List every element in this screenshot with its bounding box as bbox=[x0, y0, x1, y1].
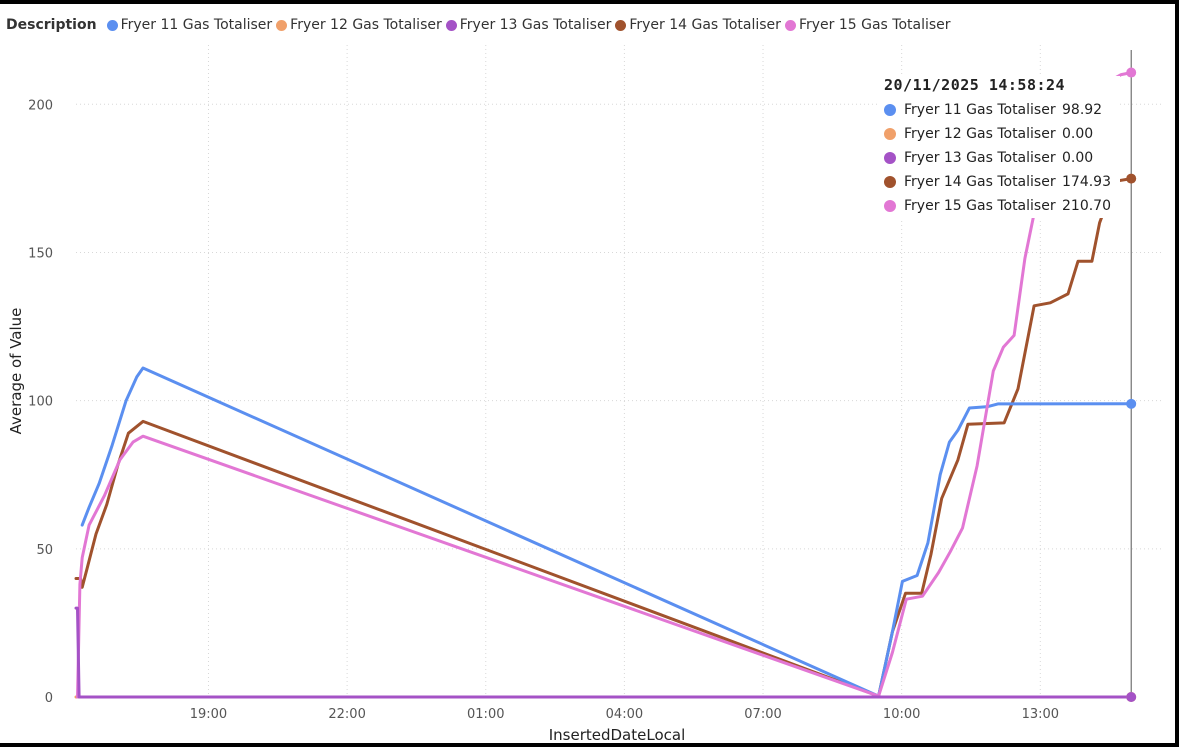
hover-cursor bbox=[1126, 50, 1137, 702]
tooltip-series-label: Fryer 12 Gas Totaliser bbox=[904, 126, 1056, 142]
x-tick-label: 01:00 bbox=[467, 707, 504, 722]
y-tick-label: 50 bbox=[36, 543, 53, 558]
tooltip-marker-icon bbox=[884, 104, 896, 116]
tooltip: 20/11/2025 14:58:24 Fryer 11 Gas Totalis… bbox=[880, 76, 1120, 218]
x-tick-label: 07:00 bbox=[744, 707, 781, 722]
x-tick-label: 04:00 bbox=[606, 707, 643, 722]
hover-point bbox=[1126, 692, 1137, 702]
x-tick-label: 13:00 bbox=[1022, 707, 1059, 722]
y-axis-title: Average of Value bbox=[7, 308, 25, 435]
tooltip-row: Fryer 11 Gas Totaliser 98.92 bbox=[880, 98, 1120, 122]
tooltip-series-label: Fryer 13 Gas Totaliser bbox=[904, 150, 1056, 166]
tooltip-title: 20/11/2025 14:58:24 bbox=[884, 76, 1066, 94]
x-tick-label: 22:00 bbox=[328, 707, 365, 722]
tooltip-series-label: Fryer 14 Gas Totaliser bbox=[904, 174, 1056, 190]
series-line bbox=[80, 366, 1133, 698]
tooltip-value: 0.00 bbox=[1062, 126, 1094, 142]
x-axis-title: InsertedDateLocal bbox=[549, 726, 686, 744]
y-tick-label: 150 bbox=[28, 246, 53, 261]
series-line bbox=[74, 606, 1133, 699]
x-tick-label: 19:00 bbox=[190, 707, 227, 722]
x-tick-label: 10:00 bbox=[883, 707, 920, 722]
tooltip-series-label: Fryer 15 Gas Totaliser bbox=[904, 198, 1056, 214]
tooltip-marker-icon bbox=[884, 200, 896, 212]
tooltip-row: Fryer 12 Gas Totaliser 0.00 bbox=[880, 122, 1120, 146]
y-tick-label: 100 bbox=[28, 395, 53, 410]
series-line bbox=[74, 177, 1133, 698]
hover-point bbox=[1126, 173, 1137, 184]
y-tick-label: 0 bbox=[45, 691, 53, 706]
tooltip-series-label: Fryer 11 Gas Totaliser bbox=[904, 102, 1056, 118]
tooltip-value: 174.93 bbox=[1062, 174, 1111, 190]
tooltip-row: Fryer 14 Gas Totaliser 174.93 bbox=[880, 170, 1120, 194]
tooltip-marker-icon bbox=[884, 128, 896, 140]
tooltip-value: 0.00 bbox=[1062, 150, 1094, 166]
hover-point bbox=[1126, 398, 1137, 409]
tooltip-value: 98.92 bbox=[1062, 102, 1103, 118]
tooltip-marker-icon bbox=[884, 176, 896, 188]
tooltip-row: Fryer 13 Gas Totaliser 0.00 bbox=[880, 146, 1120, 170]
tooltip-value: 210.70 bbox=[1062, 198, 1111, 214]
hover-point bbox=[1126, 67, 1137, 78]
y-tick-label: 200 bbox=[28, 98, 53, 113]
tooltip-marker-icon bbox=[884, 152, 896, 164]
tooltip-row: Fryer 15 Gas Totaliser 210.70 bbox=[880, 194, 1120, 218]
